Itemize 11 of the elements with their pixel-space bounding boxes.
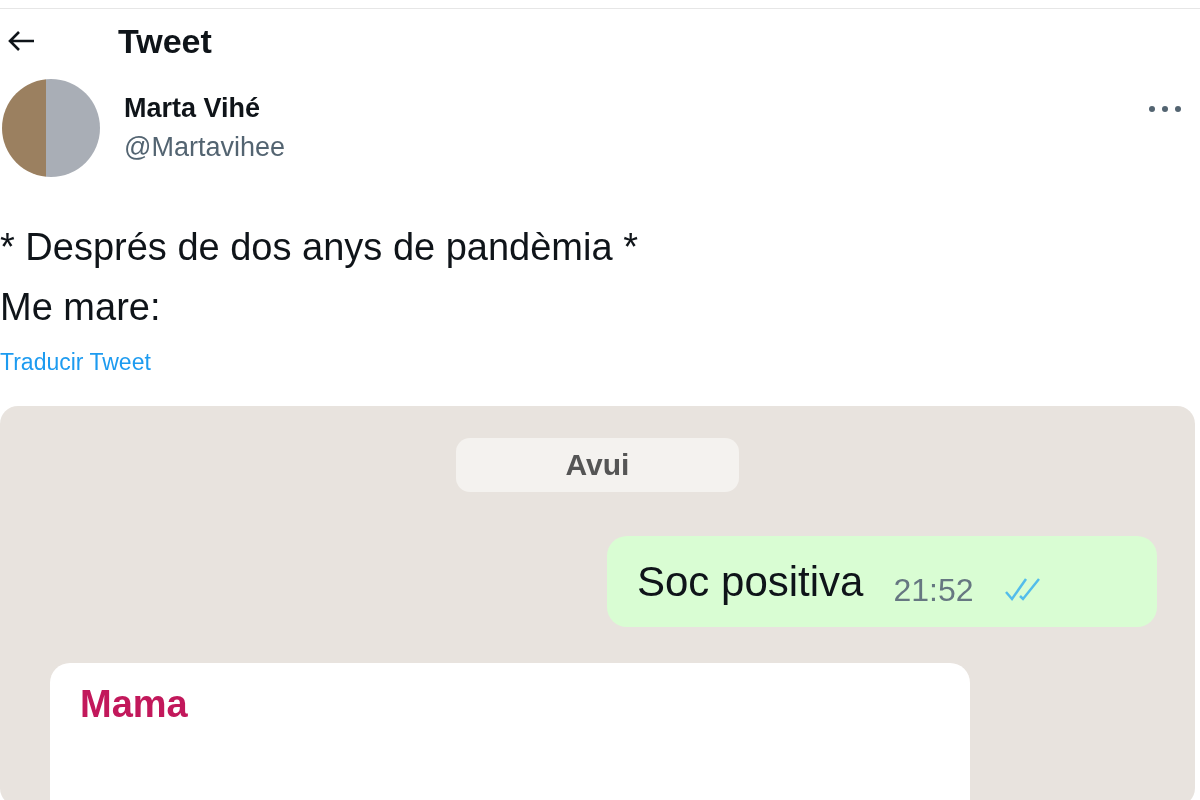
date-chip: Avui bbox=[455, 438, 740, 492]
author-name[interactable]: Marta Vihé bbox=[124, 93, 1124, 124]
more-icon[interactable] bbox=[1148, 105, 1182, 113]
author-handle[interactable]: @Martavihee bbox=[124, 132, 1124, 163]
tweet-text: Me mare: bbox=[0, 285, 162, 330]
message-time: 21:52 bbox=[893, 572, 974, 609]
message-text: Soc positiva bbox=[637, 557, 864, 606]
page-title: Tweet bbox=[118, 21, 212, 61]
sender-name: Mama bbox=[80, 683, 188, 726]
tweet-text: * Després de dos anys de pandèmia * bbox=[0, 225, 639, 270]
back-arrow-icon[interactable] bbox=[6, 29, 36, 53]
